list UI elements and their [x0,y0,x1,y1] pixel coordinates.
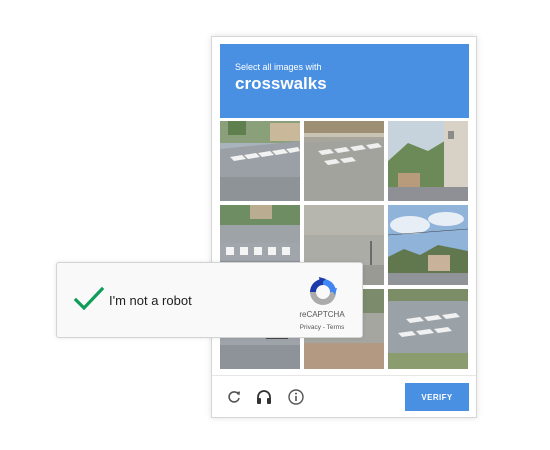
recaptcha-logo-icon [306,275,340,309]
checkbox-label: I'm not a robot [109,293,192,308]
challenge-target: crosswalks [235,74,327,93]
recaptcha-links: Privacy - Terms [287,324,357,332]
challenge-footer: VERIFY [212,375,476,418]
street-crosswalk-image [388,289,468,369]
checkmark-icon[interactable] [73,285,105,313]
terms-link[interactable]: Terms [327,324,345,331]
info-icon[interactable] [286,387,306,407]
challenge-instruction: Select all images with [235,62,322,72]
image-tile-3[interactable] [388,121,468,201]
verify-button[interactable]: VERIFY [405,383,469,411]
street-crosswalk-image [220,121,300,201]
challenge-header: Select all images with crosswalks [220,44,469,118]
captcha-challenge: Select all images with crosswalks VERIFY [211,36,477,418]
privacy-link[interactable]: Privacy [300,324,321,331]
street-crosswalk-image [304,121,384,201]
headphones-icon[interactable] [254,387,274,407]
image-tile-9[interactable] [388,289,468,369]
image-tile-1[interactable] [220,121,300,201]
reload-icon[interactable] [224,387,244,407]
image-tile-2[interactable] [304,121,384,201]
recaptcha-brand: reCAPTCHA [299,310,345,319]
hillside-houses-image [388,121,468,201]
image-tile-6[interactable] [388,205,468,285]
recaptcha-checkbox-widget: I'm not a robot reCAPTCHA Privacy - Term… [56,262,363,338]
sky-houses-image [388,205,468,285]
